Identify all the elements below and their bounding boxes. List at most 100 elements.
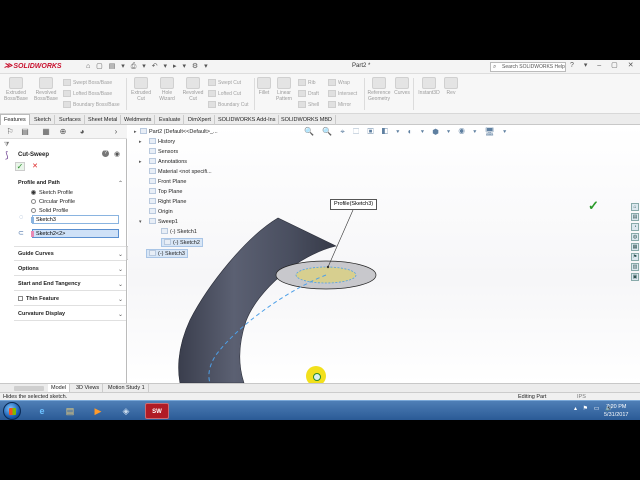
help-icon[interactable]: ? — [102, 150, 109, 157]
resources-icon[interactable]: ⌂ — [631, 203, 639, 211]
linear-pattern-button[interactable]: Linear Pattern — [273, 77, 295, 102]
tree-item-sweep1[interactable]: Sweep1 — [149, 218, 178, 225]
radio-sketch-profile[interactable]: Sketch Profile — [31, 190, 73, 196]
boundary-cut-button[interactable]: Boundary Cut — [208, 101, 249, 108]
expand-arrow-icon[interactable]: ▸ — [134, 129, 137, 135]
configuration-manager-tab-icon[interactable]: ▦ — [40, 127, 52, 137]
tab-sheet-metal[interactable]: Sheet Metal — [85, 115, 122, 125]
tree-item-right-plane[interactable]: Right Plane — [149, 198, 186, 205]
tree-root-part[interactable]: Part2 (Default<<Default>_... — [140, 128, 218, 135]
appearances-icon[interactable]: ▦ — [631, 243, 639, 251]
window-controls[interactable]: ? ▾ – ▢ ✕ — [570, 61, 638, 69]
quick-access-toolbar[interactable]: ⌂ ▢ ▤ ▾ ⎙ ▾ ↶ ▾ ▸ ▾ ⚙ ▾ — [86, 62, 210, 71]
internet-explorer-icon[interactable]: e — [30, 403, 54, 419]
tree-item-sensors[interactable]: Sensors — [149, 148, 178, 155]
tab-surfaces[interactable]: Surfaces — [56, 115, 85, 125]
curves-button[interactable]: Curves — [393, 77, 411, 96]
path-selection-box[interactable]: Sketch2<2> — [31, 229, 119, 238]
start-button[interactable] — [3, 402, 21, 420]
tab-features[interactable]: Features — [0, 114, 30, 125]
solidworks-logo[interactable]: ≫SOLIDWORKS — [4, 61, 62, 70]
draft-button[interactable]: Draft — [298, 90, 319, 97]
swept-tube-model[interactable] — [128, 125, 640, 383]
tree-item-history[interactable]: History — [149, 138, 175, 145]
tree-item-sketch2[interactable]: (-) Sketch2 — [161, 238, 203, 247]
hole-wizard-button[interactable]: Hole Wizard — [155, 77, 179, 102]
graphics-viewport[interactable]: ▸ Part2 (Default<<Default>_... ▸ History… — [128, 125, 640, 420]
view-palette-icon[interactable]: ◍ — [631, 233, 639, 241]
chevron-up-icon[interactable]: ⌃ — [118, 180, 123, 187]
design-library-icon[interactable]: ▤ — [631, 213, 639, 221]
cancel-button[interactable]: ✕ — [30, 162, 40, 171]
chevron-down-icon[interactable]: ⌄ — [118, 281, 123, 288]
start-end-tangency-header[interactable]: Start and End Tangency — [18, 281, 81, 287]
solidworks-resources-icon[interactable]: ▣ — [631, 273, 639, 281]
radio-circular-profile[interactable]: Circular Profile — [31, 199, 75, 205]
confirm-corner-ok-icon[interactable]: ✓ — [588, 198, 599, 214]
tree-item-annotations[interactable]: Annotations — [149, 158, 187, 165]
tab-add-ins[interactable]: SOLIDWORKS Add-Ins — [215, 115, 280, 125]
thin-feature-checkbox[interactable]: Thin Feature — [18, 296, 59, 302]
rib-button[interactable]: Rib — [298, 79, 316, 86]
guide-curves-header[interactable]: Guide Curves — [18, 251, 54, 257]
chevron-down-icon[interactable]: ⌄ — [118, 311, 123, 318]
chevron-down-icon[interactable]: ⌄ — [118, 266, 123, 273]
curvature-display-header[interactable]: Curvature Display — [18, 311, 65, 317]
radio-solid-profile[interactable]: Solid Profile — [31, 208, 68, 214]
solidworks-taskbar-icon[interactable]: SW — [145, 403, 169, 419]
chevron-down-icon[interactable]: ⌄ — [118, 296, 123, 303]
options-header[interactable]: Options — [18, 266, 39, 272]
file-explorer-icon[interactable]: ◔ — [631, 223, 639, 231]
extruded-cut-button[interactable]: Extruded Cut — [129, 77, 153, 102]
reference-geometry-button[interactable]: Reference Geometry — [366, 77, 392, 102]
swept-cut-button[interactable]: Swept Cut — [208, 79, 241, 86]
revolved-cut-button[interactable]: Revolved Cut — [181, 77, 205, 102]
heads-up-view-toolbar[interactable]: 🔍 🔍 ⌖ ⬚ ▣ ◧ ▾ ◐ ▾ ⬢ ▾ ◉ ▾ 🖥 ▾ — [304, 127, 509, 137]
tree-item-sketch1[interactable]: (-) Sketch1 — [161, 228, 197, 235]
tab-scroll-arrows[interactable] — [14, 386, 44, 391]
custom-properties-icon[interactable]: ⚑ — [631, 253, 639, 261]
expand-arrow-icon[interactable]: ▸ — [139, 139, 142, 145]
rev-button[interactable]: Rev — [444, 77, 458, 96]
tab-evaluate[interactable]: Evaluate — [156, 115, 185, 125]
lofted-cut-button[interactable]: Lofted Cut — [208, 90, 241, 97]
feature-manager-tab-icon[interactable]: ⚐ — [4, 127, 16, 137]
tree-item-front-plane[interactable]: Front Plane — [149, 178, 186, 185]
tab-mbd[interactable]: SOLIDWORKS MBD — [278, 115, 337, 125]
profile-and-path-header[interactable]: Profile and Path — [18, 180, 60, 186]
mirror-button[interactable]: Mirror — [328, 101, 351, 108]
boundary-boss-button[interactable]: Boundary Boss/Base — [63, 101, 120, 108]
file-explorer-icon[interactable]: ▤ — [58, 403, 82, 419]
filter-icon[interactable]: ⧩ — [4, 142, 9, 149]
tree-item-sketch3[interactable]: (-) Sketch3 — [146, 249, 188, 258]
instant3d-button[interactable]: Instant3D — [416, 77, 442, 96]
preview-eye-icon[interactable]: ◉ — [114, 150, 120, 158]
collapse-arrow-icon[interactable]: ▾ — [139, 219, 142, 225]
intersect-button[interactable]: Intersect — [328, 90, 357, 97]
display-manager-tab-icon[interactable]: ◕ — [76, 127, 88, 137]
revolved-boss-button[interactable]: Revolved Boss/Base — [32, 77, 60, 102]
forum-icon[interactable]: ▥ — [631, 263, 639, 271]
tab-dimxpert[interactable]: DimXpert — [185, 115, 215, 125]
chevron-down-icon[interactable]: ⌄ — [118, 251, 123, 258]
ok-button[interactable]: ✓ — [15, 162, 25, 171]
shell-button[interactable]: Shell — [298, 101, 319, 108]
tab-sketch[interactable]: Sketch — [31, 115, 55, 125]
expand-arrow-icon[interactable]: ▸ — [139, 159, 142, 165]
fillet-button[interactable]: Fillet — [256, 77, 272, 96]
tree-item-top-plane[interactable]: Top Plane — [149, 188, 182, 195]
property-manager-tab-icon[interactable]: ▤ — [19, 127, 31, 137]
dimxpert-tab-icon[interactable]: ⊕ — [57, 127, 69, 137]
extruded-boss-button[interactable]: Extruded Boss/Base — [3, 77, 29, 102]
profile-selection-box[interactable]: Sketch3 — [31, 215, 119, 224]
media-player-icon[interactable]: ▶ — [86, 403, 110, 419]
taskbar-clock[interactable]: 7:20 PM 5/31/2017 — [604, 403, 628, 419]
wrap-button[interactable]: Wrap — [328, 79, 350, 86]
tree-item-origin[interactable]: Origin — [149, 208, 173, 215]
lofted-boss-button[interactable]: Lofted Boss/Base — [63, 90, 112, 97]
help-search-input[interactable]: ⌕ Search SOLIDWORKS Help — [490, 62, 566, 72]
tree-item-material[interactable]: Material <not specifi... — [149, 168, 212, 175]
tab-weldments[interactable]: Weldments — [121, 115, 156, 125]
panel-expand-icon[interactable]: › — [110, 127, 122, 137]
network-app-icon[interactable]: ◈ — [114, 403, 138, 419]
